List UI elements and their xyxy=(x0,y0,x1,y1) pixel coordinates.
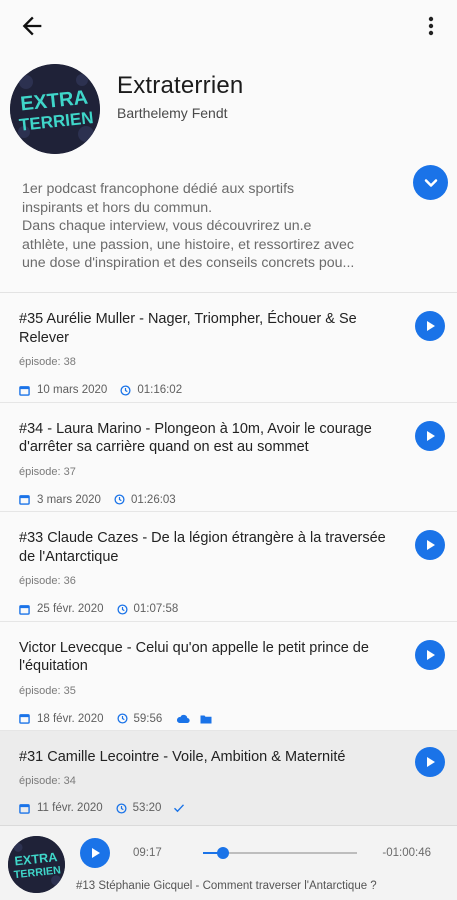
episode-number: épisode: 34 xyxy=(19,775,76,787)
player-play-button[interactable] xyxy=(80,838,110,868)
episode-date: 18 févr. 2020 xyxy=(37,712,104,725)
episode-play-button[interactable] xyxy=(415,311,445,341)
episode-number: épisode: 35 xyxy=(19,684,76,697)
mini-player[interactable]: EXTRA TERRIEN 09:17 -01:00:46 #13 Stépha… xyxy=(0,825,457,900)
cloud-icon xyxy=(177,714,190,724)
episode-play-button[interactable] xyxy=(415,747,445,777)
episode-date: 25 févr. 2020 xyxy=(37,603,104,615)
calendar-icon xyxy=(19,803,30,814)
elapsed-time: 09:17 xyxy=(133,847,162,859)
episode-play-button[interactable] xyxy=(415,639,445,670)
calendar-icon xyxy=(19,385,30,396)
now-playing-title: #13 Stéphanie Gicquel - Comment traverse… xyxy=(76,880,377,892)
episode-item[interactable]: Victor Levecque - Celui qu'on appelle le… xyxy=(0,621,457,731)
arrow-left-icon xyxy=(22,16,42,36)
podcast-author: Barthelemy Fendt xyxy=(117,105,228,121)
episode-duration: 01:07:58 xyxy=(133,603,179,615)
play-icon xyxy=(427,649,435,660)
episode-date: 10 mars 2020 xyxy=(37,384,108,396)
episode-number: épisode: 36 xyxy=(19,575,76,587)
episode-duration: 59:56 xyxy=(133,712,163,725)
seek-bar-thumb[interactable] xyxy=(217,847,230,859)
podcast-description: 1er podcast francophone dédié aux sporti… xyxy=(22,181,355,272)
clock-icon xyxy=(116,603,128,615)
calendar-icon xyxy=(19,714,30,724)
episode-date: 3 mars 2020 xyxy=(37,493,101,506)
episode-title: #31 Camille Lecointre - Voile, Ambition … xyxy=(19,749,346,765)
episode-date: 11 févr. 2020 xyxy=(37,802,103,814)
play-icon xyxy=(427,430,435,441)
folder-icon xyxy=(200,715,212,723)
episode-duration: 01:16:02 xyxy=(137,384,183,396)
play-icon xyxy=(427,757,435,767)
episode-play-button[interactable] xyxy=(415,530,445,560)
episode-item[interactable]: #33 Claude Cazes - De la légion étrangèr… xyxy=(0,512,457,622)
overflow-menu-button[interactable] xyxy=(421,12,441,40)
episode-duration: 01:26:03 xyxy=(130,493,176,506)
clock-icon xyxy=(116,802,127,814)
chevron-down-icon xyxy=(424,178,437,187)
episode-play-button[interactable] xyxy=(415,420,445,451)
clock-icon xyxy=(120,384,131,396)
calendar-icon xyxy=(19,604,30,615)
episode-item[interactable]: #34 - Laura Marino - Plongeon à 10m, Avo… xyxy=(0,402,457,512)
mini-player-cover: EXTRA TERRIEN xyxy=(8,836,65,893)
episode-list: #35 Aurélie Muller - Nager, Triompher, É… xyxy=(0,293,457,841)
episode-title: Victor Levecque - Celui qu'on appelle le… xyxy=(19,639,369,675)
clock-icon xyxy=(116,713,128,724)
more-vertical-icon xyxy=(428,16,434,36)
seek-bar[interactable] xyxy=(203,847,357,859)
expand-description-button[interactable] xyxy=(413,165,448,200)
calendar-icon xyxy=(19,495,30,505)
play-icon xyxy=(92,848,100,858)
podcast-title: Extraterrien xyxy=(117,72,244,99)
podcast-cover: EXTRA TERRIEN xyxy=(10,64,100,154)
episode-meta: 10 mars 2020 01:16:02 xyxy=(19,383,182,397)
episode-number: épisode: 38 xyxy=(19,356,76,368)
podcast-header: EXTRA TERRIEN Extraterrien Barthelemy Fe… xyxy=(0,58,457,166)
episode-title: #34 - Laura Marino - Plongeon à 10m, Avo… xyxy=(19,420,372,456)
back-button[interactable] xyxy=(18,12,46,40)
episode-item[interactable]: #35 Aurélie Muller - Nager, Triompher, É… xyxy=(0,293,457,403)
episode-meta: 18 févr. 2020 59:56 xyxy=(19,712,212,726)
episode-duration: 53:20 xyxy=(132,802,162,814)
episode-title: #35 Aurélie Muller - Nager, Triompher, É… xyxy=(19,311,357,346)
episode-title: #33 Claude Cazes - De la légion étrangèr… xyxy=(19,530,386,565)
check-icon xyxy=(174,804,185,813)
remaining-time: -01:00:46 xyxy=(382,847,431,859)
episode-number: épisode: 37 xyxy=(19,465,76,478)
episode-meta: 3 mars 2020 01:26:03 xyxy=(19,493,176,507)
episode-meta: 25 févr. 2020 01:07:58 xyxy=(19,602,178,616)
clock-icon xyxy=(114,494,125,505)
play-icon xyxy=(427,540,435,550)
top-app-bar xyxy=(0,0,457,52)
play-icon xyxy=(427,321,435,331)
episode-meta: 11 févr. 2020 53:20 xyxy=(19,801,185,815)
